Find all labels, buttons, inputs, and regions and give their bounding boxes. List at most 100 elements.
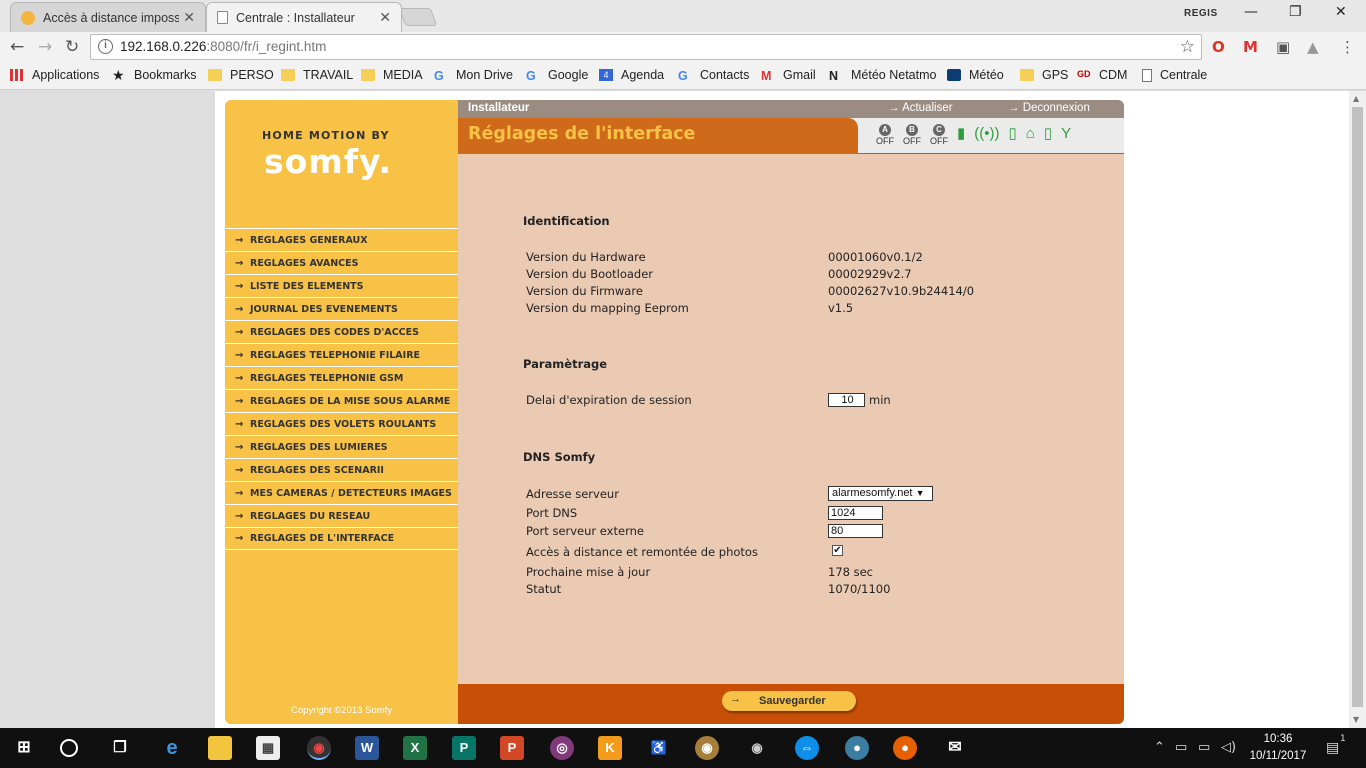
tray-device-icon[interactable]: ▭ [1175,740,1187,755]
scroll-thumb[interactable] [1352,107,1363,707]
minimize-icon[interactable]: — [1244,4,1258,20]
media-icon[interactable]: ◉ [695,736,719,760]
tray-chevron-up-icon[interactable]: ⌃ [1154,740,1165,755]
menu-reglages-avances[interactable]: → REGLAGES AVANCES [225,251,458,274]
tray-volume-icon[interactable]: ◁) [1221,740,1236,755]
bookmark-bookmarks[interactable]: ★ Bookmarks [112,68,197,82]
extension-icon[interactable]: ▣ [1276,38,1290,56]
reload-icon[interactable]: ↻ [65,37,79,57]
port-external-input[interactable]: 80 [828,524,883,538]
user-badge[interactable]: REGIS [1184,8,1218,19]
remote-access-checkbox[interactable]: ✔ [832,545,843,556]
accessibility-icon[interactable]: ♿ [647,736,671,760]
logout-link[interactable]: → Deconnexion [1008,102,1090,114]
powerpoint-icon[interactable]: P [500,736,524,760]
page-title: Réglages de l'interface [468,124,696,144]
bookmark-cdm[interactable]: GD CDM [1077,68,1127,82]
bookmark-meteo-netatmo[interactable]: N Météo Netatmo [829,68,936,83]
menu-reseau[interactable]: → REGLAGES DU RESEAU [225,504,458,527]
action-center-icon[interactable]: ▤ [1326,740,1339,756]
folder-icon [1020,69,1034,81]
task-view-icon[interactable]: ❐ [108,736,132,760]
bookmark-perso[interactable]: PERSO [208,68,274,82]
bookmark-gmail[interactable]: M Gmail [761,68,816,83]
page-scrollbar[interactable]: ▲ ▼ [1349,91,1366,728]
info-icon[interactable]: i [98,39,113,54]
forward-icon[interactable]: → [38,37,52,57]
bookmark-meteo[interactable]: Météo [947,68,1004,82]
menu-mise-sous-alarme[interactable]: → REGLAGES DE LA MISE SOUS ALARME [225,389,458,412]
onenote-icon[interactable]: ◎ [550,736,574,760]
eye-icon[interactable]: ◉ [745,736,769,760]
menu-volets-roulants[interactable]: → REGLAGES DES VOLETS ROULANTS [225,412,458,435]
refresh-link[interactable]: → Actualiser [888,102,953,114]
close-tab-icon[interactable]: ✕ [183,10,195,26]
edge-icon[interactable]: e [160,736,184,760]
bookmark-agenda[interactable]: 4 Agenda [599,68,664,82]
bookmark-star-icon[interactable]: ☆ [1180,37,1195,57]
publisher-icon[interactable]: P [452,736,476,760]
google-icon: G [434,69,444,83]
menu-reglages-generaux[interactable]: → REGLAGES GENERAUX [225,228,458,251]
menu-liste-elements[interactable]: → LISTE DES ELEMENTS [225,274,458,297]
firefox-icon[interactable]: ● [893,736,917,760]
windows-start-icon[interactable]: ⊞ [12,736,36,760]
bookmark-mon-drive[interactable]: G Mon Drive [434,68,513,83]
new-tab-button[interactable] [398,8,438,26]
drive-icon[interactable]: ▲ [1307,38,1319,56]
mail-icon[interactable]: ✉ [943,736,967,760]
k3-icon[interactable]: K [598,736,622,760]
menu-journal-evenements[interactable]: → JOURNAL DES EVENEMENTS [225,297,458,320]
restore-icon[interactable]: ❐ [1289,4,1302,20]
teamviewer-icon[interactable]: ⇔ [795,736,819,760]
file-explorer-icon[interactable] [208,736,232,760]
bookmark-applications[interactable]: Applications [10,68,99,82]
opera-icon[interactable]: O [1212,38,1225,56]
tab-remote-access[interactable]: Accès à distance impossi ✕ [10,2,206,32]
eeprom-value: v1.5 [828,301,854,315]
menu-icon[interactable]: ⋮ [1340,38,1355,56]
menu-lumieres[interactable]: → REGLAGES DES LUMIERES [225,435,458,458]
globe-icon[interactable]: ● [845,736,869,760]
bookmark-contacts[interactable]: G Contacts [678,68,749,83]
menu-telephonie-gsm[interactable]: → REGLAGES TELEPHONIE GSM [225,366,458,389]
tray-network-icon[interactable]: ▭ [1198,740,1210,755]
port-dns-input[interactable]: 1024 [828,506,883,520]
tab-centrale[interactable]: Centrale : Installateur ✕ [206,2,402,32]
footer-bar: → Sauvegarder [458,684,1124,724]
excel-icon[interactable]: X [403,736,427,760]
word-icon[interactable]: W [355,736,379,760]
menu-codes-acces[interactable]: → REGLAGES DES CODES D'ACCES [225,320,458,343]
menu-cameras-detecteurs[interactable]: → MES CAMERAS / DETECTEURS IMAGES [225,481,458,504]
menu-interface[interactable]: → REGLAGES DE L'INTERFACE [225,527,458,550]
scroll-up-icon[interactable]: ▲ [1353,94,1359,103]
bookmark-media[interactable]: MEDIA [361,68,423,82]
door-icon: ▯ [1008,125,1017,142]
url-text[interactable]: 192.168.0.226:8080/fr/i_regint.htm [120,39,326,54]
next-update-label: Prochaine mise à jour [526,565,651,579]
arrow-right-icon: → [235,464,244,476]
apps-grid-icon [10,69,24,81]
save-button[interactable]: → Sauvegarder [722,691,856,711]
bookmark-travail[interactable]: TRAVAIL [281,68,353,82]
back-icon[interactable]: ← [10,37,24,57]
bookmark-google[interactable]: G Google [526,68,588,83]
address-bar[interactable]: i 192.168.0.226:8080/fr/i_regint.htm ☆ [90,34,1202,60]
taskbar-clock[interactable]: 10:36 10/11/2017 [1248,731,1308,765]
scroll-down-icon[interactable]: ▼ [1353,715,1359,724]
section-label: Installateur [468,102,530,114]
bookmark-centrale[interactable]: Centrale [1142,68,1207,82]
gmail-icon[interactable]: M [1243,38,1258,56]
store-icon[interactable]: ▦ [256,736,280,760]
close-window-icon[interactable]: ✕ [1335,4,1347,20]
server-address-select[interactable]: alarmesomfy.net ▼ [828,486,933,501]
menu-scenarii[interactable]: → REGLAGES DES SCENARII [225,458,458,481]
close-tab-icon[interactable]: ✕ [379,10,391,26]
session-timeout-input[interactable]: 10 [828,393,865,407]
menu-telephonie-filaire[interactable]: → REGLAGES TELEPHONIE FILAIRE [225,343,458,366]
bookmark-gps[interactable]: GPS [1020,68,1068,82]
arrow-right-icon: → [235,257,244,269]
port-external-label: Port serveur externe [526,524,644,538]
chrome-icon[interactable]: ◉ [307,736,331,760]
cortana-icon[interactable] [60,739,78,757]
